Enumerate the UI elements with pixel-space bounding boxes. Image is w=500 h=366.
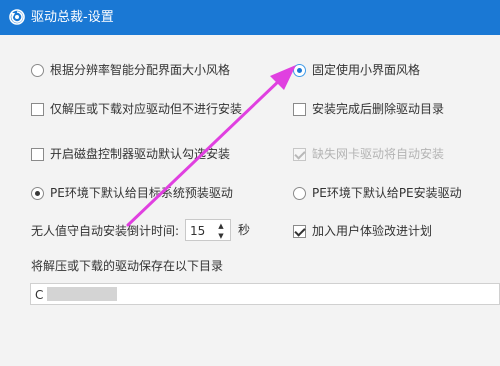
spin-down-arrow-icon[interactable]: ▼ [214,231,228,240]
pe-preinstall-label: PE环境下默认给目标系统预装驱动 [50,186,233,200]
extract-only-option[interactable]: 仅解压或下载对应驱动但不进行安装 [31,100,242,118]
disk-controller-option[interactable]: 开启磁盘控制器驱动默认勾选安装 [31,145,230,163]
disk-controller-label: 开启磁盘控制器驱动默认勾选安装 [50,147,231,161]
missing-nic-label: 缺失网卡驱动将自动安装 [312,147,445,161]
extract-only-checkbox[interactable] [31,102,44,116]
pe-install-radio[interactable] [293,186,306,200]
countdown-spinner[interactable]: 15 ▲ ▼ [185,219,231,241]
countdown-label: 无人值守自动安装倒计时间: [31,224,180,238]
redacted-path [47,287,117,301]
missing-nic-checkbox [293,147,306,161]
spin-up-arrow-icon[interactable]: ▲ [214,221,228,230]
pe-preinstall-radio[interactable] [31,186,44,200]
missing-nic-option: 缺失网卡驱动将自动安装 [293,145,444,163]
countdown-value[interactable]: 15 [190,223,205,239]
join-plan-label: 加入用户体验改进计划 [312,224,433,238]
save-dir-value: C [35,288,44,302]
save-dir-input[interactable]: C [30,283,500,305]
extract-only-label: 仅解压或下载对应驱动但不进行安装 [50,102,243,116]
pe-install-option[interactable]: PE环境下默认给PE安装驱动 [293,184,462,202]
fixed-small-label: 固定使用小界面风格 [312,63,421,77]
delete-after-checkbox[interactable] [293,102,306,116]
save-dir-label: 将解压或下载的驱动保存在以下目录 [31,259,224,273]
gear-refresh-icon [9,9,25,25]
fixed-small-radio[interactable] [293,63,306,77]
disk-controller-checkbox[interactable] [31,147,44,161]
pe-install-label: PE环境下默认给PE安装驱动 [312,186,462,200]
auto-style-radio[interactable] [31,63,44,77]
auto-style-option[interactable]: 根据分辨率智能分配界面大小风格 [31,61,230,79]
auto-style-label: 根据分辨率智能分配界面大小风格 [50,63,231,77]
join-plan-option[interactable]: 加入用户体验改进计划 [293,222,432,240]
delete-after-label: 安装完成后删除驱动目录 [312,102,445,116]
pe-preinstall-option[interactable]: PE环境下默认给目标系统预装驱动 [31,184,233,202]
join-plan-checkbox[interactable] [293,224,306,238]
fixed-small-option[interactable]: 固定使用小界面风格 [293,61,420,79]
countdown-row: 无人值守自动安装倒计时间: [31,222,179,240]
title-bar: 驱动总裁-设置 [0,0,500,35]
window-title: 驱动总裁-设置 [31,10,114,25]
countdown-unit: 秒 [238,223,251,237]
delete-after-option[interactable]: 安装完成后删除驱动目录 [293,100,444,118]
